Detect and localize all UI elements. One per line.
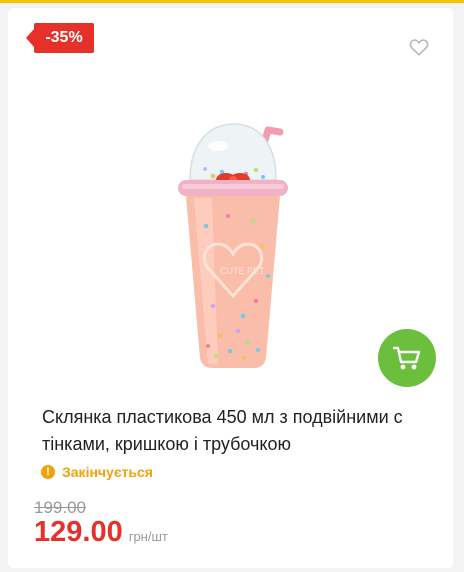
old-price: 199.00 [34,498,86,517]
heart-outline-icon [409,39,429,56]
top-accent-strip [0,0,464,3]
cart-icon [392,346,421,370]
favorite-button[interactable] [408,36,430,58]
product-card[interactable]: -35% CUTE PET Склянка пластикова 450 мл … [8,8,453,568]
current-price: 129.00 [34,516,123,548]
price-row: 129.00 грн/шт [34,516,168,549]
add-to-cart-button[interactable] [378,329,436,387]
price-unit: грн/шт [128,529,168,544]
product-title[interactable]: Склянка пластикова 450 мл з подвійними с… [42,404,437,458]
warning-icon: ! [41,465,55,479]
stock-status-label: Закінчується [62,464,153,480]
product-image[interactable]: CUTE PET [158,106,298,374]
cup-lettering: CUTE PET [220,266,265,276]
stock-status: ! Закінчується [41,464,153,480]
discount-badge: -35% [26,23,94,53]
